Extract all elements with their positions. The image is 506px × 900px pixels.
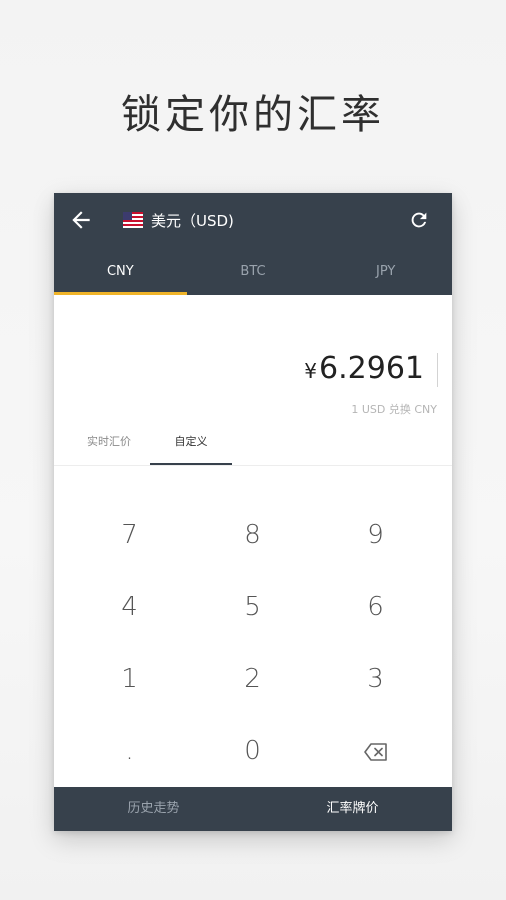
nav-exchange-rates[interactable]: 汇率牌价 [253, 787, 452, 831]
nav-history-trend[interactable]: 历史走势 [54, 787, 253, 831]
key-decimal[interactable]: . [68, 715, 191, 787]
key-3[interactable]: 3 [314, 643, 437, 715]
backspace-button[interactable] [314, 715, 437, 787]
currency-symbol: ¥ [304, 359, 318, 383]
us-flag-icon [123, 212, 143, 228]
tab-btc[interactable]: BTC [187, 253, 320, 295]
refresh-icon[interactable] [408, 209, 430, 231]
keypad: 7 8 9 4 5 6 1 2 3 . 0 [54, 491, 452, 781]
key-9[interactable]: 9 [314, 499, 437, 571]
currency-title[interactable]: 美元（USD) [151, 210, 234, 231]
input-cursor [437, 353, 438, 387]
key-2[interactable]: 2 [191, 643, 314, 715]
key-0[interactable]: 0 [191, 715, 314, 787]
key-8[interactable]: 8 [191, 499, 314, 571]
headline: 锁定你的汇率 [121, 92, 385, 138]
key-7[interactable]: 7 [68, 499, 191, 571]
amount-display: ¥6.2961 1 USD 兑换 CNY [54, 295, 452, 427]
tab-realtime-rate[interactable]: 实时汇价 [68, 427, 150, 465]
key-6[interactable]: 6 [314, 571, 437, 643]
rate-caption: 1 USD 兑换 CNY [351, 403, 437, 416]
tab-cny[interactable]: CNY [54, 253, 187, 295]
back-arrow-icon[interactable] [68, 207, 94, 233]
currency-tabs: CNY BTC JPY [54, 253, 452, 295]
app-bar: 美元（USD) CNY BTC JPY [54, 193, 452, 295]
key-5[interactable]: 5 [191, 571, 314, 643]
key-1[interactable]: 1 [68, 643, 191, 715]
amount-value: 6.2961 [319, 351, 424, 386]
tab-custom-rate[interactable]: 自定义 [150, 427, 232, 465]
tab-jpy[interactable]: JPY [319, 253, 452, 295]
converted-amount: ¥6.2961 [304, 351, 424, 386]
backspace-icon [363, 742, 387, 761]
rate-mode-tabs: 实时汇价 自定义 [54, 427, 452, 466]
bottom-nav: 历史走势 汇率牌价 [54, 787, 452, 831]
phone-screen: 美元（USD) CNY BTC JPY ¥6.2961 1 USD 兑换 CNY… [54, 193, 452, 831]
key-4[interactable]: 4 [68, 571, 191, 643]
